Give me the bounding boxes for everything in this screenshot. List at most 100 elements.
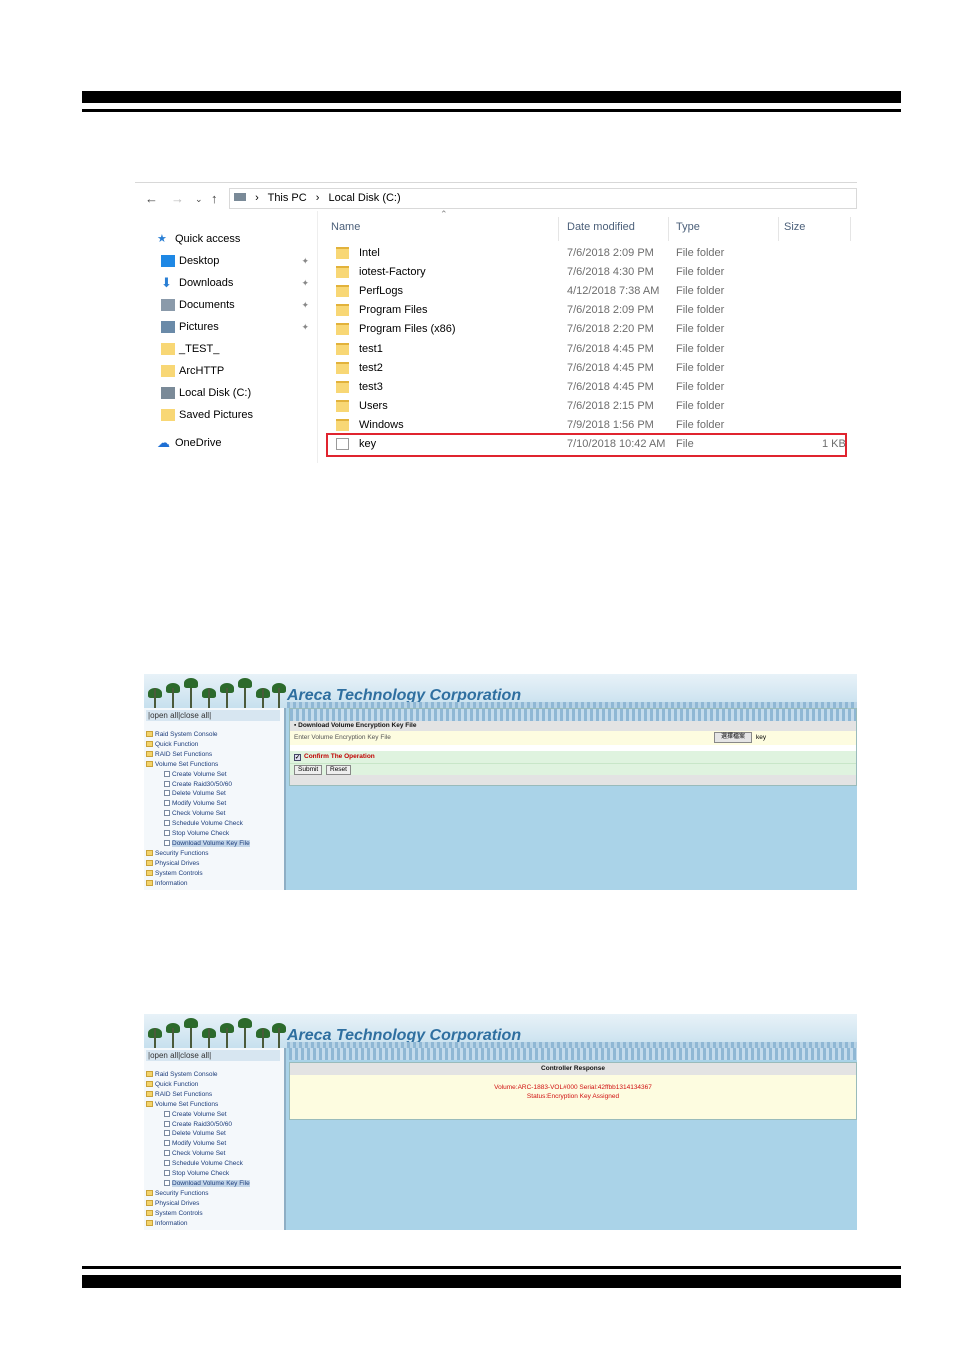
recent-chevron-icon[interactable]: ⌄ — [195, 194, 203, 205]
forward-arrow-icon[interactable]: → — [171, 191, 184, 206]
reset-button[interactable]: Reset — [326, 765, 351, 775]
tree-item[interactable]: Create Volume Set — [164, 1110, 227, 1120]
up-arrow-icon[interactable]: ↑ — [211, 191, 218, 206]
tree-item[interactable]: Check Volume Set — [164, 1149, 225, 1159]
tree-item[interactable]: Modify Volume Set — [164, 1139, 226, 1149]
form-footer — [290, 775, 856, 785]
address-bar[interactable]: › This PC › Local Disk (C:) — [229, 188, 857, 209]
tree-item[interactable]: System Controls — [146, 869, 203, 879]
header-rule-thick — [82, 91, 901, 103]
file-date: 7/6/2018 4:45 PM — [567, 380, 654, 393]
tree-item[interactable]: Information — [146, 1219, 188, 1229]
sidebar-item[interactable]: Desktop ✦ — [135, 251, 313, 271]
file-row[interactable]: PerfLogs 4/12/2018 7:38 AM File folder — [328, 282, 848, 301]
submit-button[interactable]: Submit — [294, 765, 323, 775]
tree-item[interactable]: Raid System Console — [146, 1070, 218, 1080]
tree-item[interactable]: Volume Set Functions — [146, 760, 218, 770]
sidebar-item[interactable]: ⬇ Downloads ✦ — [135, 273, 313, 293]
tree-item[interactable]: Physical Drives — [146, 1199, 199, 1209]
sidebar-item[interactable]: Saved Pictures — [135, 405, 313, 425]
folder-icon — [146, 1219, 153, 1226]
file-row[interactable]: Program Files (x86) 7/6/2018 2:20 PM File … — [328, 320, 848, 339]
column-name-header[interactable]: Name — [331, 221, 360, 233]
folder-icon — [161, 343, 175, 355]
sidebar-item[interactable]: ☁ OneDrive — [135, 433, 313, 453]
tree-item[interactable]: Raid System Console — [146, 730, 218, 740]
folder-icon — [146, 849, 153, 856]
file-row[interactable]: test3 7/6/2018 4:45 PM File folder — [328, 378, 848, 397]
palm-tree-icon — [272, 683, 286, 708]
tree-item[interactable]: Check Volume Set — [164, 809, 225, 819]
tree-item[interactable]: Stop Volume Check — [164, 829, 229, 839]
file-row[interactable]: Users 7/6/2018 2:15 PM File folder — [328, 397, 848, 416]
tree-item-label: RAID Set Functions — [155, 750, 213, 758]
tree-item[interactable]: Security Functions — [146, 1189, 208, 1199]
tree-item[interactable]: Information — [146, 879, 188, 889]
response-volume-line: Volume:ARC-1883-VOL#000 Serial:42ffbb131… — [494, 1084, 652, 1091]
tree-item[interactable]: Physical Drives — [146, 859, 199, 869]
file-row[interactable]: iotest-Factory 7/6/2018 4:30 PM File folde… — [328, 263, 848, 282]
response-spacer — [290, 1075, 856, 1083]
tree-item[interactable]: Download Volume Key File — [164, 1179, 250, 1189]
open-close-all-links[interactable]: |open all|close all| — [146, 1050, 280, 1061]
file-row[interactable]: Program Files 7/6/2018 2:09 PM File folder — [328, 301, 848, 320]
tree-item[interactable]: RAID Set Functions — [146, 750, 212, 760]
pin-icon[interactable]: ✦ — [301, 295, 309, 315]
sidebar-item[interactable]: Pictures ✦ — [135, 317, 313, 337]
tree-item[interactable]: Download Volume Key File — [164, 839, 250, 849]
tree-item[interactable]: Stop Volume Check — [164, 1169, 229, 1179]
tree-item[interactable]: Delete Volume Set — [164, 1129, 226, 1139]
file-row[interactable]: test1 7/6/2018 4:45 PM File folder — [328, 340, 848, 359]
confirm-checkbox[interactable]: ✓ — [294, 754, 301, 761]
pin-icon[interactable]: ✦ — [301, 273, 309, 293]
tree-item[interactable]: System Controls — [146, 1209, 203, 1219]
folder-icon — [336, 247, 349, 259]
column-divider — [850, 217, 851, 241]
sidebar-item[interactable]: Local Disk (C:) — [135, 383, 313, 403]
open-close-all-links[interactable]: |open all|close all| — [146, 710, 280, 721]
page-icon — [164, 800, 170, 807]
pin-icon[interactable]: ✦ — [301, 317, 309, 337]
column-date-header[interactable]: Date modified — [567, 221, 635, 233]
pin-icon[interactable]: ✦ — [301, 251, 309, 271]
file-name: test3 — [359, 380, 383, 393]
breadcrumb-local-disk[interactable]: Local Disk (C:) — [329, 192, 401, 204]
tree-item[interactable]: Security Functions — [146, 849, 208, 859]
tree-item[interactable]: Schedule Volume Check — [164, 1159, 243, 1169]
file-row[interactable]: test2 7/6/2018 4:45 PM File folder — [328, 359, 848, 378]
tree-item[interactable]: RAID Set Functions — [146, 1090, 212, 1100]
file-row[interactable]: Intel 7/6/2018 2:09 PM File folder — [328, 244, 848, 263]
confirm-label: Confirm The Operation — [304, 753, 375, 760]
folder-icon — [336, 418, 349, 431]
sidebar-item[interactable]: _TEST_ — [135, 339, 313, 359]
sidebar-item-label: Saved Pictures — [179, 409, 253, 421]
tree-item[interactable]: Delete Volume Set — [164, 789, 226, 799]
tree-item[interactable]: Modify Volume Set — [164, 799, 226, 809]
tree-item[interactable]: Quick Function — [146, 740, 198, 750]
sidebar-item[interactable]: Documents ✦ — [135, 295, 313, 315]
tree-item[interactable]: Create Raid30/50/60 — [164, 1120, 232, 1130]
sidebar-item[interactable]: ArcHTTP — [135, 361, 313, 381]
column-size-header[interactable]: Size — [784, 221, 805, 233]
palm-tree-icon — [220, 683, 234, 708]
tree-item-label: System Controls — [155, 869, 203, 877]
palm-tree-icon — [184, 678, 198, 708]
tree-item-label: Delete Volume Set — [172, 1130, 226, 1138]
tree-item-label: Create Raid30/50/60 — [172, 1120, 232, 1128]
folder-icon — [336, 266, 349, 279]
tree-item[interactable]: Schedule Volume Check — [164, 819, 243, 829]
tree-item[interactable]: Create Raid30/50/60 — [164, 780, 232, 790]
choose-file-button[interactable]: 選擇檔案 — [714, 732, 752, 743]
navigation-bar: ← → ⌄ ↑ › This PC › Local Disk (C:) — [135, 183, 857, 213]
sidebar-item[interactable]: ★ Quick access — [135, 229, 313, 249]
tree-item[interactable]: Volume Set Functions — [146, 1100, 218, 1110]
folder-icon — [146, 1090, 153, 1097]
breadcrumb-this-pc[interactable]: This PC — [268, 192, 307, 204]
tree-item[interactable]: Create Volume Set — [164, 770, 227, 780]
page-icon — [164, 1150, 170, 1157]
tree-item[interactable]: Quick Function — [146, 1080, 198, 1090]
back-arrow-icon[interactable]: ← — [145, 191, 158, 206]
response-top-strip — [289, 1048, 857, 1060]
column-type-header[interactable]: Type — [676, 221, 700, 233]
tree-item-label: Modify Volume Set — [172, 1140, 227, 1148]
